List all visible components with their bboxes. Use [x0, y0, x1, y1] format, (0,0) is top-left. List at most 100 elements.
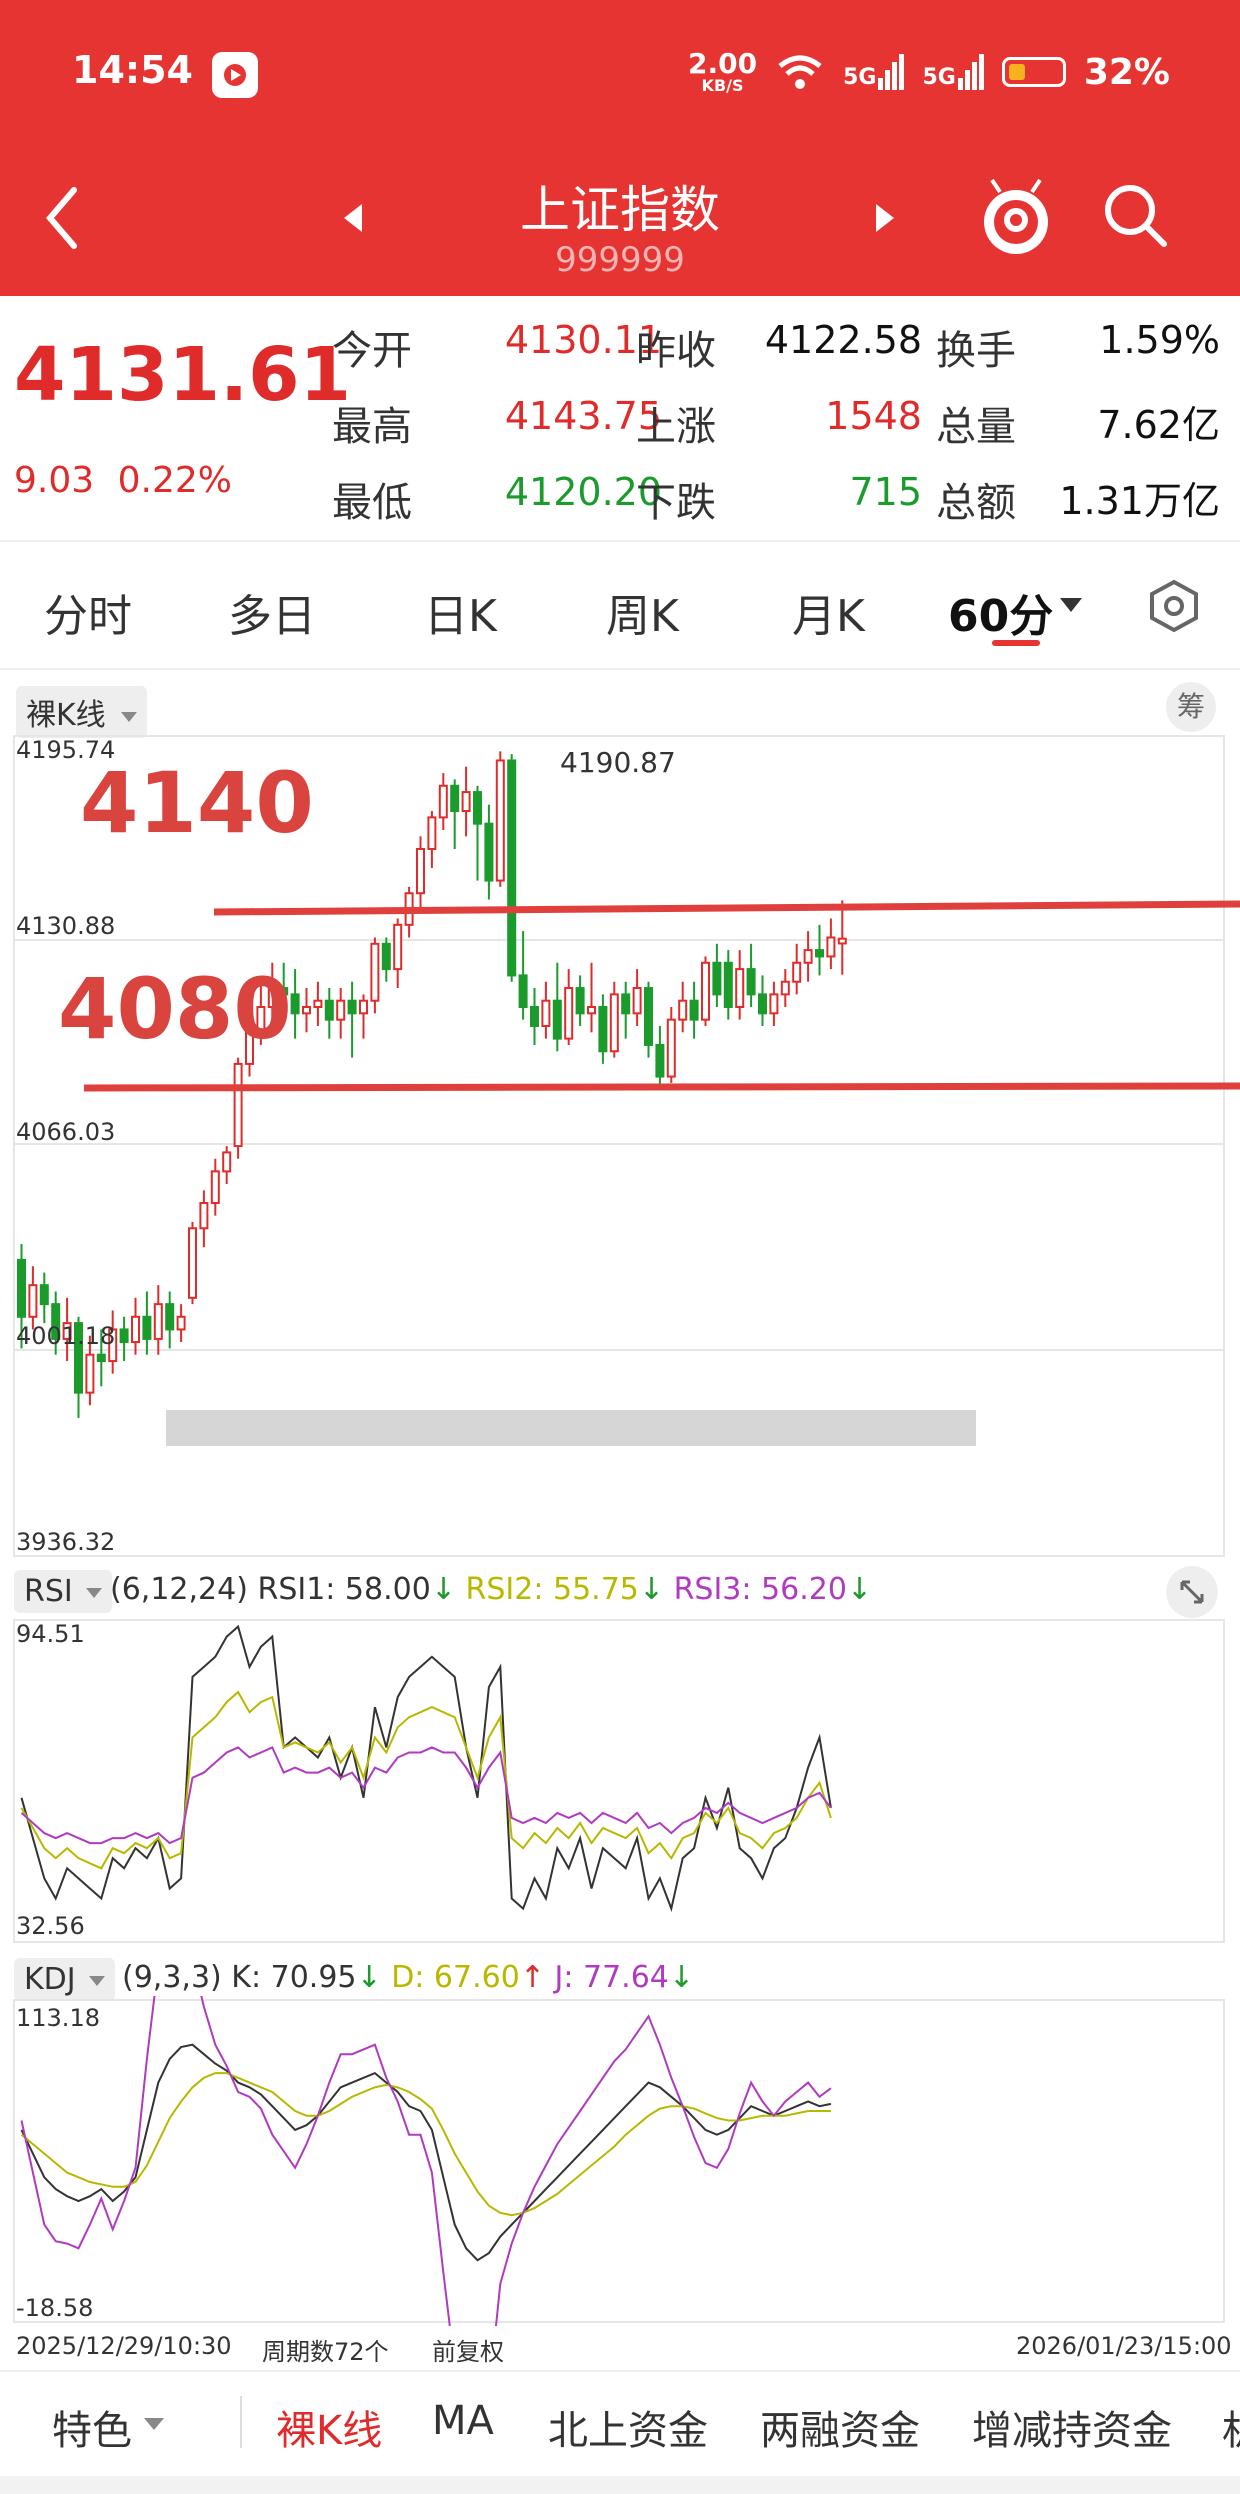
quote-label: 最高 — [332, 404, 412, 450]
candle-body — [142, 1315, 152, 1340]
candle-body — [758, 993, 767, 1015]
quote-value: 4122.58 — [764, 318, 922, 362]
adjust-mode: 前复权 — [432, 2338, 504, 2366]
bottom-nav-item-1[interactable]: 裸K线 — [276, 2398, 382, 2456]
max-price-label: 4190.87 — [560, 746, 676, 779]
bottom-nav-item-6[interactable]: 机 — [1222, 2398, 1240, 2456]
chevron-down-icon — [89, 1975, 106, 1986]
quote-label: 上涨 — [636, 404, 716, 450]
candle-body — [461, 791, 471, 813]
candle-body — [473, 791, 482, 825]
kdj-select[interactable]: KDJ — [14, 1958, 116, 2001]
rsi-select[interactable]: RSI — [14, 1570, 113, 1613]
candle-body — [769, 993, 779, 1015]
sim2-label: 5G — [922, 65, 956, 90]
signal-2-icon: 5G — [922, 54, 984, 90]
tab-3[interactable]: 周K — [606, 580, 679, 644]
support-line — [83, 1082, 1240, 1092]
candle-body — [427, 816, 437, 850]
candle-body — [370, 942, 380, 1002]
highlight-band — [166, 1410, 976, 1446]
bottom-spacer — [0, 2476, 1240, 2494]
net-speed-value: 2.00 — [687, 47, 758, 80]
status-bar-right: 2.00 KB/S 5G 5G 32% — [688, 50, 1170, 94]
status-time: 14:54 — [72, 48, 193, 92]
bottom-nav-item-5[interactable]: 增减持资金 — [972, 2398, 1172, 2456]
end-date: 2026/01/23/15:00 — [1016, 2332, 1232, 2360]
screen-record-icon — [212, 52, 258, 98]
candle-body — [598, 1006, 608, 1053]
bottom-nav-item-0[interactable]: 特色 — [52, 2398, 132, 2456]
tab-2[interactable]: 日K — [424, 580, 497, 644]
candle-body — [85, 1353, 95, 1394]
candle-body — [666, 1018, 676, 1078]
search-icon[interactable] — [1100, 180, 1170, 250]
rsi-rsi2-line — [20, 1690, 832, 1870]
next-stock-icon[interactable] — [876, 204, 894, 232]
quote-value: 7.62亿 — [1097, 403, 1220, 447]
candle-body — [678, 999, 688, 1021]
expand-icon[interactable] — [1166, 1566, 1218, 1618]
quote-value: 4130.11 — [504, 318, 662, 362]
down-arrow-icon: ↓ — [356, 1960, 382, 1995]
candle-body — [530, 1006, 539, 1027]
quote-label: 昨收 — [636, 328, 716, 374]
candle-body — [165, 1303, 175, 1331]
bottom-nav-item-2[interactable]: MA — [432, 2398, 494, 2444]
rsi-chart[interactable] — [0, 1616, 1240, 1946]
candle-body — [826, 936, 836, 958]
quote-label: 总量 — [936, 404, 1016, 450]
bottom-nav-item-3[interactable]: 北上资金 — [548, 2398, 708, 2456]
quote-value: 1.31万亿 — [1059, 479, 1220, 523]
candle-body — [541, 999, 551, 1027]
quote-value: 4143.75 — [504, 394, 662, 438]
candle-body — [450, 784, 460, 813]
annotation-4140: 4140 — [80, 754, 314, 852]
candle-body — [803, 949, 813, 964]
candle-body — [188, 1227, 197, 1299]
kdj-j-line — [20, 1996, 832, 2326]
quote-value: 1.59% — [1099, 318, 1220, 362]
quote-label: 最低 — [332, 480, 412, 526]
tab-0[interactable]: 分时 — [44, 580, 132, 644]
divider — [0, 540, 1240, 542]
y-tick-2: 4130.88 — [16, 912, 116, 940]
down-arrow-icon: ↓ — [668, 1960, 695, 1995]
resistance-line — [213, 900, 1240, 916]
kdj-chart[interactable] — [0, 1996, 1240, 2326]
y-tick-5: 3936.32 — [16, 1528, 116, 1556]
settings-hex-icon[interactable] — [1146, 578, 1202, 634]
tab-active-indicator — [992, 640, 1040, 646]
candle-body — [336, 999, 346, 1021]
candle-body — [712, 961, 722, 996]
rsi-rsi1-line — [20, 1624, 832, 1913]
change-value: 9.03 — [14, 460, 95, 501]
bottom-nav-item-4[interactable]: 两融资金 — [760, 2398, 920, 2456]
quote-label: 今开 — [332, 328, 412, 374]
candle-body — [39, 1284, 49, 1306]
candle-body — [484, 822, 494, 882]
rsi-legend: (6,12,24) RSI1: 58.00↓ RSI2: 55.75↓ RSI3… — [110, 1572, 872, 1607]
rsi1-value: RSI1: 58.00 — [257, 1572, 431, 1607]
candle-body — [222, 1151, 232, 1173]
tab-5[interactable]: 60分 — [948, 580, 1053, 644]
kdj-params: (9,3,3) — [122, 1960, 222, 1995]
candle-body — [393, 923, 403, 971]
battery-icon — [1001, 57, 1066, 87]
robot-assistant-icon[interactable] — [976, 174, 1056, 264]
sim1-label: 5G — [843, 65, 877, 90]
candle-body — [792, 961, 802, 983]
candle-body — [324, 999, 334, 1021]
candle-body — [518, 974, 528, 1009]
rsi-params: (6,12,24) — [110, 1572, 248, 1607]
dropdown-caret-icon[interactable] — [1060, 598, 1082, 612]
chevron-down-icon — [86, 1587, 103, 1598]
tab-4[interactable]: 月K — [792, 580, 865, 644]
divider — [0, 668, 1240, 670]
quote-value: 715 — [849, 470, 922, 514]
divider — [0, 2370, 1240, 2372]
tab-1[interactable]: 多日 — [228, 580, 316, 644]
candle-body — [609, 993, 619, 1053]
candle-body — [644, 987, 653, 1046]
quote-value: 4120.20 — [504, 470, 662, 514]
